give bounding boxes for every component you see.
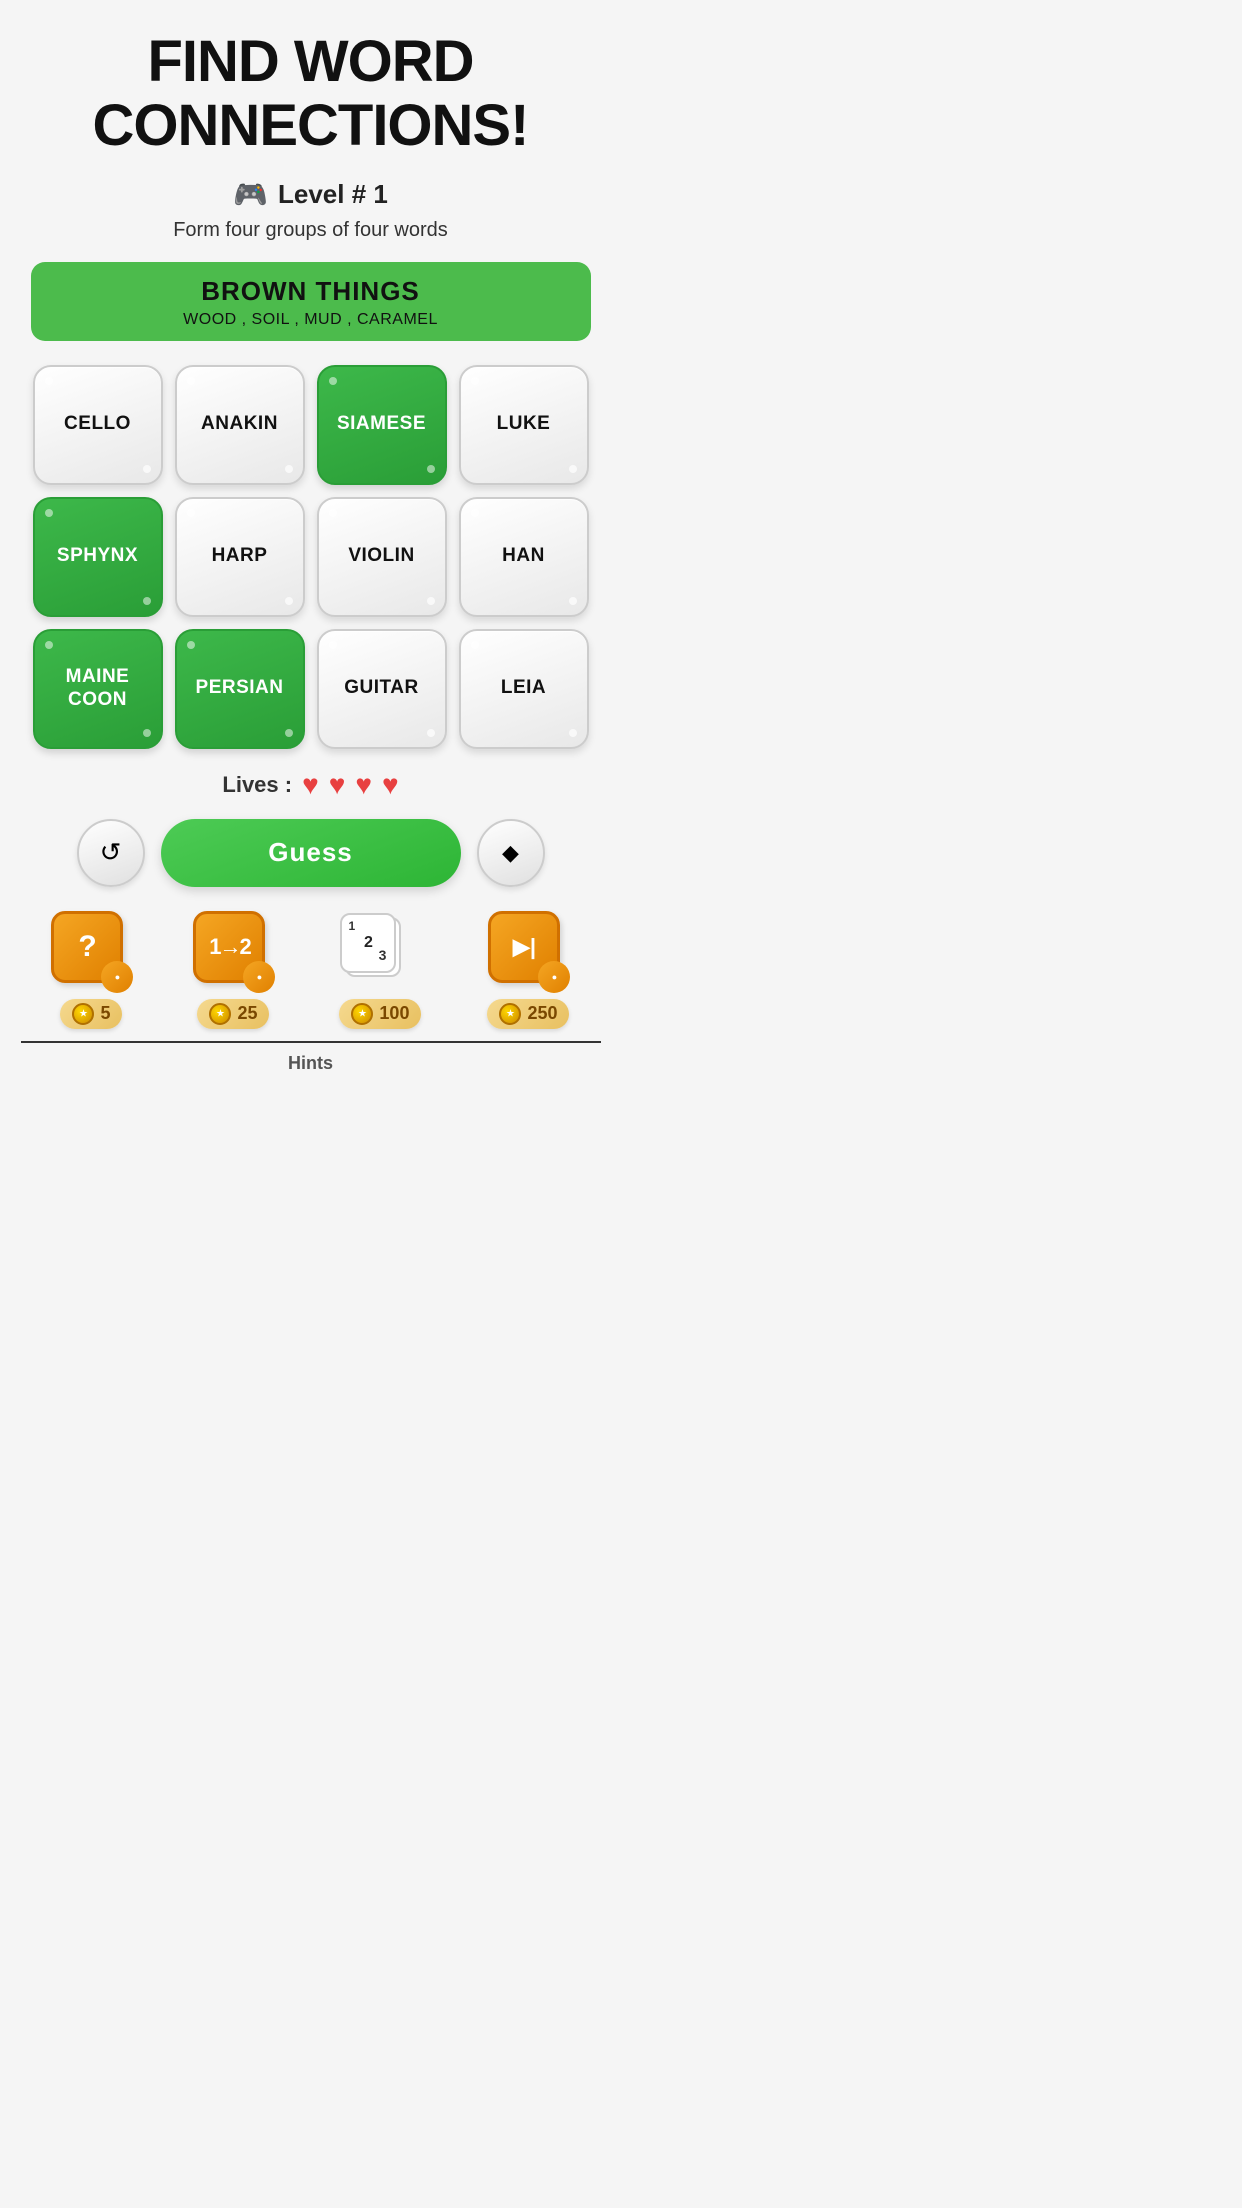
hints-label: Hints — [288, 1053, 333, 1074]
coin-icon-4 — [499, 1003, 521, 1025]
level-row: 🎮 Level # 1 — [233, 178, 388, 211]
word-tile-10[interactable]: GUITAR — [317, 629, 447, 749]
tile-label-10: GUITAR — [344, 677, 418, 700]
hint-question[interactable]: ? ● 5 — [51, 911, 131, 1029]
shuffle-button[interactable]: ↺ — [77, 819, 145, 887]
hint-swap-cost: 25 — [197, 999, 269, 1029]
eraser-icon: ◆ — [502, 840, 519, 866]
tile-label-5: HARP — [212, 545, 268, 568]
heart-3: ♥ — [355, 769, 372, 801]
word-tile-6[interactable]: VIOLIN — [317, 497, 447, 617]
hint-reveal[interactable]: 4 1 3 2 100 — [335, 911, 425, 1029]
heart-1: ♥ — [302, 769, 319, 801]
heart-4: ♥ — [382, 769, 399, 801]
coin-icon-1 — [72, 1003, 94, 1025]
hint-skip[interactable]: ▶| ● 250 — [487, 911, 569, 1029]
word-tile-2[interactable]: SIAMESE — [317, 365, 447, 485]
word-tile-8[interactable]: MAINE COON — [33, 629, 163, 749]
hints-section: ? ● 5 1→2 ● 25 — [21, 911, 601, 1074]
tile-label-3: LUKE — [497, 413, 551, 436]
heart-2: ♥ — [329, 769, 346, 801]
hint-swap-wrap: 1→2 ● — [193, 911, 273, 991]
word-tile-7[interactable]: HAN — [459, 497, 589, 617]
title-line2: CONNECTIONS! — [93, 93, 529, 158]
hint-reveal-cost: 100 — [339, 999, 421, 1029]
tile-label-2: SIAMESE — [337, 413, 426, 436]
lives-label: Lives : — [222, 772, 292, 798]
word-grid: CELLO ANAKIN SIAMESE LUKE SPHYNX HARP VIOLIN HA… — [33, 365, 589, 749]
hint-question-cost: 5 — [60, 999, 122, 1029]
app-title: FIND WORD CONNECTIONS! — [93, 30, 529, 158]
hint-question-cost-label: 5 — [100, 1003, 110, 1024]
word-tile-5[interactable]: HARP — [175, 497, 305, 617]
coin-icon-2 — [209, 1003, 231, 1025]
revealed-words: WOOD , SOIL , MUD , CARAMEL — [51, 311, 571, 329]
title-line1: FIND WORD — [147, 29, 473, 94]
word-tile-4[interactable]: SPHYNX — [33, 497, 163, 617]
hint-skip-badge: ● — [538, 961, 570, 993]
tile-label-6: VIOLIN — [348, 545, 414, 568]
level-icon: 🎮 — [233, 178, 268, 211]
coin-icon-3 — [351, 1003, 373, 1025]
hint-reveal-cost-label: 100 — [379, 1003, 409, 1024]
controls-row: ↺ Guess ◆ — [77, 819, 545, 887]
hint-items-row: ? ● 5 1→2 ● 25 — [21, 911, 601, 1029]
tile-label-8: MAINE COON — [66, 666, 130, 712]
tile-label-9: PERSIAN — [196, 677, 284, 700]
hints-divider — [21, 1041, 601, 1043]
lives-row: Lives : ♥ ♥ ♥ ♥ — [222, 769, 398, 801]
guess-button[interactable]: Guess — [161, 819, 461, 887]
level-text: Level # 1 — [278, 179, 388, 210]
hint-skip-cost: 250 — [487, 999, 569, 1029]
tile-label-7: HAN — [502, 545, 545, 568]
shuffle-icon: ↺ — [100, 837, 122, 868]
tile-label-1: ANAKIN — [201, 413, 278, 436]
hint-skip-cost-label: 250 — [527, 1003, 557, 1024]
hint-reveal-stack: 4 1 3 2 — [335, 911, 415, 983]
word-tile-11[interactable]: LEIA — [459, 629, 589, 749]
hint-question-wrap: ? ● — [51, 911, 131, 991]
hint-swap-cost-label: 25 — [237, 1003, 257, 1024]
word-tile-3[interactable]: LUKE — [459, 365, 589, 485]
tile-label-0: CELLO — [64, 413, 131, 436]
hint-swap-badge: ● — [243, 961, 275, 993]
eraser-button[interactable]: ◆ — [477, 819, 545, 887]
word-tile-1[interactable]: ANAKIN — [175, 365, 305, 485]
hint-skip-wrap: ▶| ● — [488, 911, 568, 991]
word-tile-0[interactable]: CELLO — [33, 365, 163, 485]
tile-label-11: LEIA — [501, 677, 546, 700]
word-tile-9[interactable]: PERSIAN — [175, 629, 305, 749]
subtitle: Form four groups of four words — [173, 219, 448, 242]
hint-question-badge: ● — [101, 961, 133, 993]
hint-reveal-wrap: 4 1 3 2 — [335, 911, 425, 991]
tile-label-4: SPHYNX — [57, 545, 138, 568]
hint-swap[interactable]: 1→2 ● 25 — [193, 911, 273, 1029]
revealed-category: BROWN THINGS — [51, 276, 571, 307]
revealed-banner: BROWN THINGS WOOD , SOIL , MUD , CARAMEL — [31, 262, 591, 341]
